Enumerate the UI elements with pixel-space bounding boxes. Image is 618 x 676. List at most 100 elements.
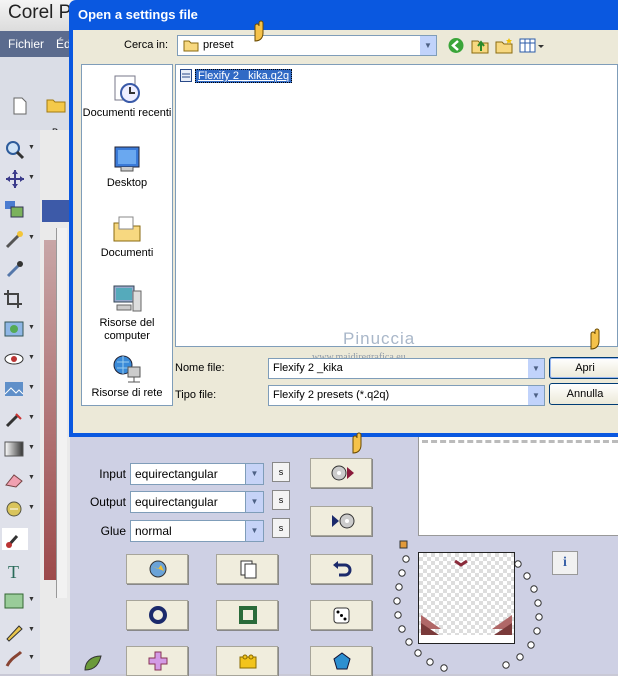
input-label: Input xyxy=(99,467,126,481)
watermark-name: Pinuccia xyxy=(343,329,416,348)
place-label: Desktop xyxy=(106,177,148,189)
file-list: Flexify 2 _kika.q2q Pinuccia www.maidire… xyxy=(175,64,618,363)
place-label: Documenti xyxy=(100,247,154,259)
pointing-hand-icon xyxy=(352,432,362,454)
open-folder-icon[interactable] xyxy=(46,97,66,113)
place-desktop[interactable]: Desktop xyxy=(82,143,172,190)
place-computer[interactable]: Risorse del computer xyxy=(82,283,172,343)
file-type-select[interactable]: Flexify 2 presets (*.q2q) ▼ xyxy=(268,385,545,406)
input-select[interactable]: equirectangular ▼ xyxy=(130,463,264,485)
file-type-value: Flexify 2 presets (*.q2q) xyxy=(273,389,390,401)
place-recent[interactable]: Documenti recenti xyxy=(82,73,172,120)
up-folder-icon[interactable] xyxy=(471,37,489,54)
sphere-preview[interactable] xyxy=(418,552,515,644)
makeover-tool-icon[interactable] xyxy=(2,378,28,400)
open-settings-dialog: Open a settings file Cerca in: preset ▼ … xyxy=(69,0,618,437)
place-documents[interactable]: Documenti xyxy=(82,213,172,260)
random-button[interactable] xyxy=(310,600,372,630)
frame-button[interactable] xyxy=(216,600,278,630)
menu-fichier[interactable]: Fichier xyxy=(8,37,44,51)
look-in-label: Cerca in: xyxy=(124,39,169,51)
undo-button[interactable] xyxy=(310,554,372,584)
new-file-icon[interactable] xyxy=(12,97,28,115)
red-eye-tool-icon[interactable] xyxy=(2,348,28,370)
file-name-value: Flexify 2 _kika xyxy=(273,362,343,374)
input-value: equirectangular xyxy=(135,467,218,481)
desktop-icon xyxy=(114,146,140,172)
folder-icon xyxy=(183,40,199,52)
copy-button[interactable] xyxy=(216,554,278,584)
output-select[interactable]: equirectangular ▼ xyxy=(130,491,264,513)
dialog-title: Open a settings file xyxy=(78,7,198,22)
chevron-down-icon[interactable]: ▼ xyxy=(245,464,263,484)
cross-shape-icon xyxy=(148,651,168,671)
network-icon xyxy=(113,355,141,383)
file-name-label: Nome file: xyxy=(175,362,225,374)
place-network[interactable]: Risorse di rete xyxy=(82,353,172,400)
pick-tool-icon[interactable] xyxy=(2,198,28,220)
glue-value: normal xyxy=(135,524,172,538)
frame-icon xyxy=(239,606,257,624)
preset-shape-icon[interactable] xyxy=(2,590,28,612)
open-button[interactable]: Apri xyxy=(549,357,618,379)
view-menu-icon[interactable] xyxy=(519,37,545,54)
zoom-tool-icon[interactable] xyxy=(2,138,28,160)
undo-icon xyxy=(333,561,352,577)
preview-dashed-edge xyxy=(422,436,618,443)
chevron-down-icon[interactable]: ▼ xyxy=(528,359,544,378)
look-in-select[interactable]: preset ▼ xyxy=(177,35,437,56)
chevron-down-icon[interactable]: ▼ xyxy=(245,492,263,512)
look-in-value: preset xyxy=(203,39,234,51)
straighten-tool-icon[interactable] xyxy=(2,318,28,340)
warp-brush-icon[interactable] xyxy=(2,648,28,670)
globe-button[interactable] xyxy=(126,554,188,584)
file-name-field[interactable]: Flexify 2 _kika ▼ xyxy=(268,358,545,379)
magic-wand-icon[interactable] xyxy=(2,228,28,250)
ring-button[interactable] xyxy=(126,600,188,630)
gradient-tool-icon[interactable] xyxy=(2,438,28,460)
dropper-icon[interactable] xyxy=(2,258,28,280)
computer-icon xyxy=(113,285,142,312)
brick-shape-button[interactable] xyxy=(216,646,278,676)
document-tab[interactable] xyxy=(42,200,70,222)
chevron-down-icon[interactable]: ▼ xyxy=(245,521,263,541)
cancel-button[interactable]: Annulla xyxy=(549,383,618,405)
chevron-down-icon[interactable]: ▼ xyxy=(420,36,436,55)
pen-tool-icon[interactable] xyxy=(2,620,28,642)
output-s-button[interactable]: s xyxy=(272,490,290,510)
dice-icon xyxy=(333,607,350,624)
back-icon[interactable] xyxy=(447,37,465,54)
eraser-tool-icon[interactable] xyxy=(2,468,28,490)
place-label: Risorse di rete xyxy=(91,387,163,399)
paint-brush-icon[interactable] xyxy=(2,528,28,550)
copy-page-icon xyxy=(240,560,257,579)
plugin-logo-icon xyxy=(84,655,102,671)
glue-s-button[interactable]: s xyxy=(272,518,290,538)
save-preset-button[interactable] xyxy=(310,506,372,536)
load-preset-button[interactable] xyxy=(310,458,372,488)
place-label: Documenti recenti xyxy=(82,107,172,119)
text-tool-icon[interactable]: T xyxy=(2,560,28,582)
file-icon xyxy=(180,69,192,82)
polyhedron-button[interactable] xyxy=(310,646,372,676)
crop-tool-icon[interactable] xyxy=(2,288,28,310)
dialog-body: Cerca in: preset ▼ Documenti recenti Des… xyxy=(73,30,618,433)
info-button[interactable]: i xyxy=(552,551,578,575)
pointing-hand-icon xyxy=(590,328,600,350)
output-label: Output xyxy=(89,495,126,509)
tools-palette: T ▼ ▼ ▼ ▼ ▼ ▼ ▼ ▼ ▼ ▼ ▼ ▼ ▼ xyxy=(0,130,41,674)
move-tool-icon[interactable] xyxy=(2,168,28,190)
file-name[interactable]: Flexify 2 _kika.q2q xyxy=(195,69,293,83)
glue-select[interactable]: normal ▼ xyxy=(130,520,264,542)
ring-icon xyxy=(149,606,167,624)
output-value: equirectangular xyxy=(135,495,218,509)
chevron-down-icon[interactable]: ▼ xyxy=(528,386,544,405)
load-disc-icon xyxy=(331,465,354,481)
input-s-button[interactable]: s xyxy=(272,462,290,482)
places-bar: Documenti recenti Desktop Documenti Riso… xyxy=(81,64,173,406)
recent-docs-icon xyxy=(114,75,140,103)
cross-shape-button[interactable] xyxy=(126,646,188,676)
clone-brush-icon[interactable] xyxy=(2,408,28,430)
retouch-tool-icon[interactable] xyxy=(2,498,28,520)
new-folder-icon[interactable] xyxy=(495,37,513,54)
